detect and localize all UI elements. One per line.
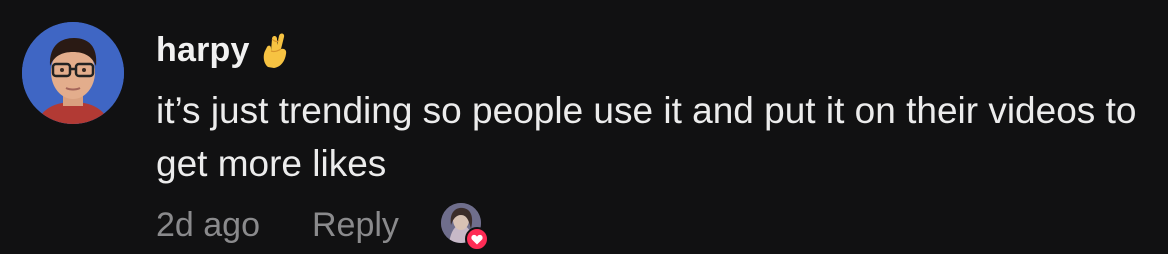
creator-liked-indicator[interactable] xyxy=(440,203,489,251)
reply-button[interactable]: Reply xyxy=(312,206,399,245)
username-row: harpy xyxy=(156,28,290,72)
username[interactable]: harpy xyxy=(156,31,250,70)
comment-meta-row: 2d ago Reply xyxy=(156,200,489,251)
crossed-fingers-icon xyxy=(260,31,290,69)
heart-icon xyxy=(464,227,489,251)
comment-timestamp: 2d ago xyxy=(156,205,260,244)
comment-item: harpy it’s just trending so people use i… xyxy=(0,0,1168,254)
comment-text: it’s just trending so people use it and … xyxy=(156,90,1137,184)
commenter-avatar[interactable] xyxy=(22,22,124,124)
